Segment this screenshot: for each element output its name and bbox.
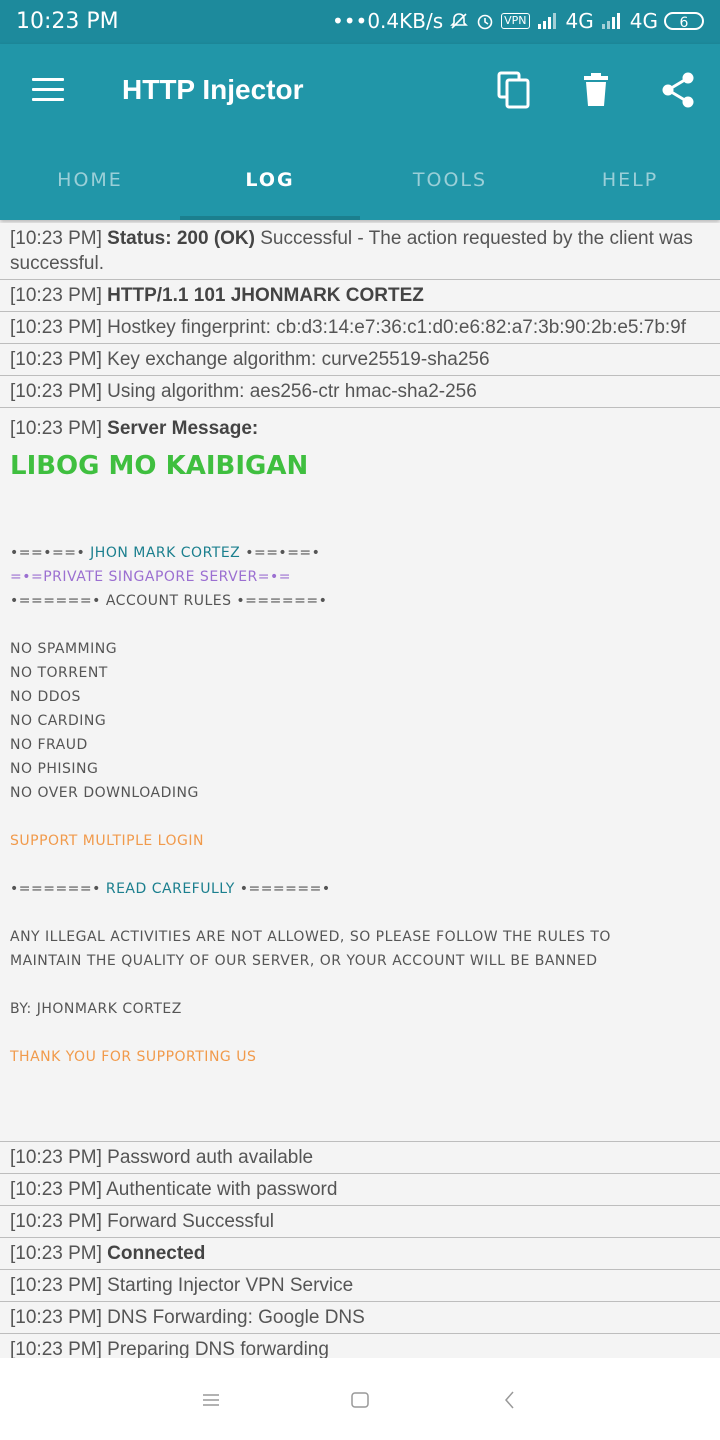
account-rules-line: •======• ACCOUNT RULES •======• <box>10 593 328 609</box>
author-line: BY: JHONMARK CORTEZ <box>10 1001 182 1017</box>
support-line: SUPPORT MULTIPLE LOGIN <box>10 833 204 849</box>
log-bold-text: Status: 200 (OK) <box>107 228 255 249</box>
log-list[interactable]: [10:23 PM] Status: 200 (OK) Successful -… <box>0 223 720 1358</box>
status-time: 10:23 PM <box>16 9 119 34</box>
rule-item: NO FRAUD <box>10 737 88 753</box>
copy-icon[interactable] <box>494 70 534 110</box>
log-entry: [10:23 PM] Key exchange algorithm: curve… <box>0 344 720 376</box>
share-icon[interactable] <box>658 70 698 110</box>
back-icon[interactable] <box>498 1388 522 1412</box>
log-entry: [10:23 PM] Authenticate with password <box>0 1174 720 1206</box>
log-bold-text: HTTP/1.1 101 JHONMARK CORTEZ <box>107 285 424 306</box>
log-text: Using algorithm: aes256-ctr hmac-sha2-25… <box>101 381 477 402</box>
log-entry: [10:23 PM] Preparing DNS forwarding <box>0 1334 720 1358</box>
log-timestamp: [10:23 PM] <box>10 1339 102 1358</box>
log-text: Starting Injector VPN Service <box>101 1275 354 1296</box>
delete-icon[interactable] <box>576 70 616 110</box>
alarm-icon <box>475 11 495 31</box>
log-entry: [10:23 PM] HTTP/1.1 101 JHONMARK CORTEZ <box>0 280 720 312</box>
log-text: Forward Successful <box>101 1211 275 1232</box>
server-message-heading: Server Message: <box>107 418 259 439</box>
server-name-line: •==•==• JHON MARK CORTEZ •==•==• <box>10 545 321 561</box>
vpn-badge: VPN <box>501 13 530 29</box>
log-timestamp: [10:23 PM] <box>10 1275 102 1296</box>
status-bar: 10:23 PM •••0.4KB/s VPN 4G 4G 6 <box>0 0 720 44</box>
log-timestamp: [10:23 PM] <box>10 1179 102 1200</box>
log-timestamp: [10:23 PM] <box>10 381 102 402</box>
log-timestamp: [10:23 PM] <box>10 1307 102 1328</box>
server-title-line: =•=PRIVATE SINGAPORE SERVER=•= <box>10 569 291 585</box>
log-text: Authenticate with password <box>101 1179 338 1200</box>
thanks-line: THANK YOU FOR SUPPORTING US <box>10 1049 257 1065</box>
rule-item: NO SPAMMING <box>10 641 118 657</box>
tab-help[interactable]: HELP <box>540 154 720 220</box>
log-timestamp: [10:23 PM] <box>10 1243 102 1264</box>
menu-icon[interactable] <box>32 78 64 102</box>
log-text: Preparing DNS forwarding <box>101 1339 329 1358</box>
log-entry: [10:23 PM] Using algorithm: aes256-ctr h… <box>0 376 720 408</box>
server-message: [10:23 PM] Server Message: LIBOG MO KAIB… <box>0 408 720 1142</box>
log-timestamp: [10:23 PM] <box>10 418 102 439</box>
battery-icon: 6 <box>664 12 704 31</box>
log-entry: [10:23 PM] Status: 200 (OK) Successful -… <box>0 223 720 280</box>
log-timestamp: [10:23 PM] <box>10 317 102 338</box>
tab-tools[interactable]: TOOLS <box>360 154 540 220</box>
log-text: DNS Forwarding: Google DNS <box>101 1307 365 1328</box>
server-banner: LIBOG MO KAIBIGAN <box>10 451 309 481</box>
log-timestamp: [10:23 PM] <box>10 285 102 306</box>
log-bold-text: Connected <box>107 1243 206 1264</box>
tab-log[interactable]: LOG <box>180 154 360 220</box>
net-type-1: 4G <box>565 9 594 33</box>
log-text: Key exchange algorithm: curve25519-sha25… <box>101 349 490 370</box>
log-entry: [10:23 PM] Starting Injector VPN Service <box>0 1270 720 1302</box>
log-entry: [10:23 PM] Forward Successful <box>0 1206 720 1238</box>
log-timestamp: [10:23 PM] <box>10 1147 102 1168</box>
rule-item: NO OVER DOWNLOADING <box>10 785 199 801</box>
rule-item: NO PHISING <box>10 761 99 777</box>
rule-item: NO DDOS <box>10 689 81 705</box>
log-timestamp: [10:23 PM] <box>10 228 102 249</box>
recents-menu-icon[interactable] <box>199 1388 223 1412</box>
app-bar: HTTP Injector HOME LOG TOOLS HELP <box>0 44 720 220</box>
notice-line: ANY ILLEGAL ACTIVITIES ARE NOT ALLOWED, … <box>10 929 611 945</box>
log-entry: [10:23 PM] DNS Forwarding: Google DNS <box>0 1302 720 1334</box>
log-timestamp: [10:23 PM] <box>10 349 102 370</box>
tab-bar: HOME LOG TOOLS HELP <box>0 154 720 220</box>
signal-icon-2 <box>600 13 624 29</box>
tab-home[interactable]: HOME <box>0 154 180 220</box>
log-timestamp: [10:23 PM] <box>10 1211 102 1232</box>
home-icon[interactable] <box>348 1388 372 1412</box>
log-text: Hostkey fingerprint: cb:d3:14:e7:36:c1:d… <box>101 317 687 338</box>
server-message-heading-row: [10:23 PM] Server Message: <box>10 416 710 441</box>
log-entry: [10:23 PM] Connected <box>0 1238 720 1270</box>
mute-icon <box>449 11 469 31</box>
rule-item: NO CARDING <box>10 713 107 729</box>
signal-icon <box>536 13 560 29</box>
notice-line: MAINTAIN THE QUALITY OF OUR SERVER, OR Y… <box>10 953 598 969</box>
net-type-2: 4G <box>629 9 658 33</box>
log-entry: [10:23 PM] Password auth available <box>0 1142 720 1174</box>
log-text: Password auth available <box>101 1147 314 1168</box>
rule-item: NO TORRENT <box>10 665 108 681</box>
app-title: HTTP Injector <box>122 74 304 105</box>
system-nav-bar <box>0 1358 720 1440</box>
log-entry: [10:23 PM] Hostkey fingerprint: cb:d3:14… <box>0 312 720 344</box>
network-speed: •••0.4KB/s <box>331 9 444 33</box>
status-icons: •••0.4KB/s VPN 4G 4G 6 <box>332 9 704 33</box>
read-carefully-line: •======• READ CAREFULLY •======• <box>10 881 331 897</box>
